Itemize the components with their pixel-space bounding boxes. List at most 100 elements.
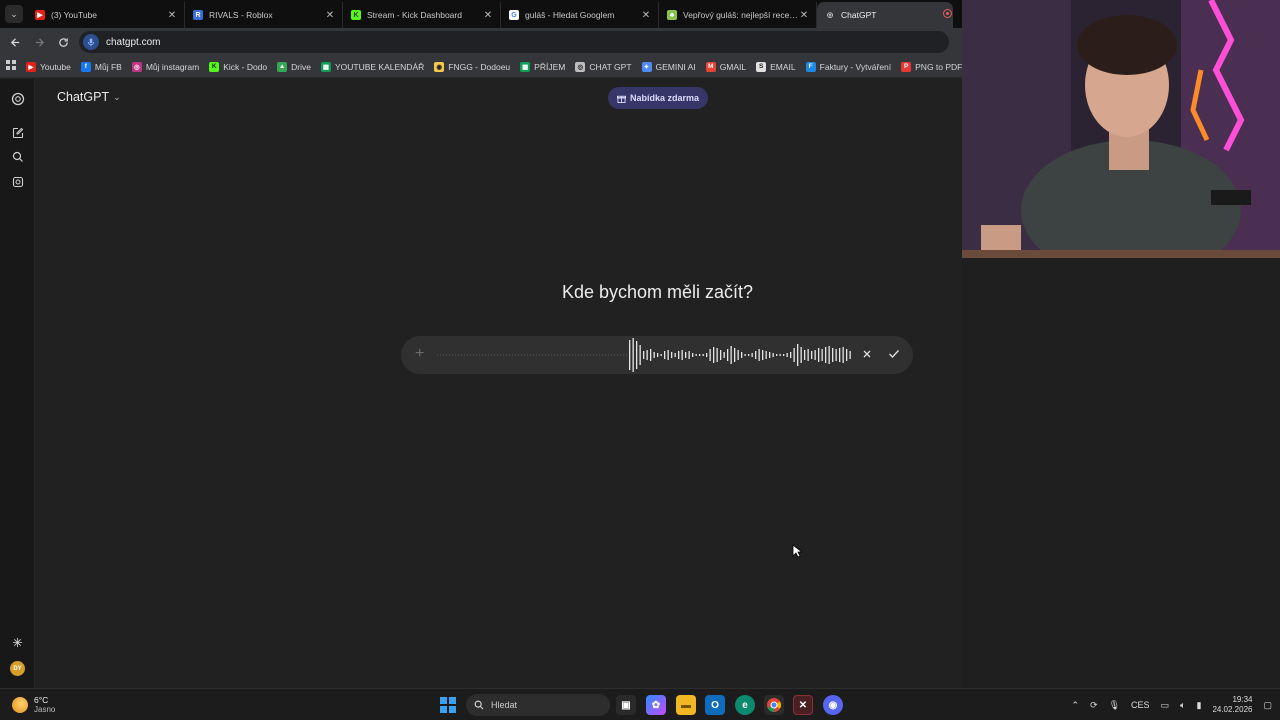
chevron-down-icon: ⌄ bbox=[113, 91, 121, 102]
browser-tab[interactable]: ▶ (3) YouTube ✕ bbox=[27, 2, 185, 28]
confirm-dictation-button[interactable] bbox=[885, 345, 903, 363]
apps-grid-icon[interactable] bbox=[6, 60, 16, 73]
copilot-icon[interactable]: ✿ bbox=[646, 695, 666, 715]
waveform-bar bbox=[849, 351, 851, 359]
waveform-bar bbox=[825, 347, 827, 363]
tab-close-icon[interactable]: ✕ bbox=[166, 10, 178, 21]
back-button[interactable] bbox=[3, 30, 27, 54]
bookmark-icon: ▶ bbox=[26, 61, 36, 72]
openai-logo-icon[interactable] bbox=[10, 91, 25, 106]
tab-favicon-icon: ◎ bbox=[826, 12, 834, 19]
bookmark-item[interactable]: ◎ Můj instagram bbox=[131, 61, 199, 72]
browser-tab[interactable]: Gguláš - Hledat Googlem ✕ bbox=[501, 2, 659, 28]
waveform-bar bbox=[769, 352, 771, 358]
start-button[interactable] bbox=[440, 697, 456, 713]
bookmark-item[interactable]: ▦ PŘÍJEM bbox=[520, 61, 565, 72]
sparkle-icon[interactable] bbox=[10, 635, 25, 650]
battery-icon[interactable]: ▮ bbox=[1196, 700, 1201, 711]
tab-search-button[interactable]: ⌄ bbox=[5, 5, 23, 23]
capcut-icon[interactable]: ✕ bbox=[793, 695, 813, 715]
waveform-bar bbox=[744, 354, 746, 356]
language-indicator[interactable]: CES bbox=[1131, 700, 1150, 710]
tab-close-icon[interactable]: ✕ bbox=[324, 10, 336, 21]
bookmark-item[interactable]: f Můj FB bbox=[80, 61, 122, 72]
free-offer-button[interactable]: Nabídka zdarma bbox=[608, 87, 709, 109]
browser-tab[interactable]: K Stream - Kick Dashboard ✕ bbox=[343, 2, 501, 28]
bookmark-item[interactable]: ▲ Drive bbox=[277, 61, 311, 72]
tab-favicon-icon: ▶ bbox=[35, 10, 45, 20]
waveform-bar bbox=[657, 353, 659, 357]
bookmark-icon: S bbox=[756, 61, 767, 72]
microphone-tray-icon[interactable]: 🎙︎ bbox=[1109, 700, 1120, 711]
bookmark-label: EMAIL bbox=[770, 61, 796, 72]
bookmark-item[interactable]: ▦ YOUTUBE KALENDÁŘ bbox=[320, 61, 424, 72]
waveform-bar bbox=[643, 351, 645, 359]
tab-close-icon[interactable]: ✕ bbox=[482, 10, 494, 21]
bookmark-item[interactable]: ◉ FNGG - Dodoeu bbox=[434, 61, 511, 72]
outlook-icon[interactable]: O bbox=[705, 695, 725, 715]
address-bar[interactable]: chatgpt.com bbox=[79, 31, 949, 53]
bookmark-item[interactable]: K Kick - Dodo bbox=[209, 61, 267, 72]
webcam-overlay bbox=[961, 0, 1280, 258]
waveform-bar bbox=[639, 345, 641, 365]
task-view-icon[interactable]: ▣ bbox=[616, 695, 636, 715]
bookmark-item[interactable]: ✦ GEMINI AI bbox=[641, 61, 696, 72]
bookmark-label: FNGG - Dodoeu bbox=[448, 61, 511, 72]
library-icon[interactable] bbox=[10, 174, 25, 189]
search-icon bbox=[474, 700, 484, 710]
waveform-bar bbox=[807, 349, 809, 361]
waveform-bar bbox=[842, 347, 844, 363]
reload-button[interactable] bbox=[51, 30, 75, 54]
waveform-bar bbox=[776, 354, 778, 356]
search-chats-icon[interactable] bbox=[10, 149, 25, 164]
plus-icon[interactable]: + bbox=[415, 345, 424, 363]
chrome-icon[interactable] bbox=[764, 695, 784, 715]
cancel-dictation-button[interactable] bbox=[858, 345, 876, 363]
notifications-icon[interactable]: ▢ bbox=[1263, 700, 1272, 711]
bookmark-item[interactable]: S EMAIL bbox=[756, 61, 796, 72]
reload-icon bbox=[58, 37, 68, 47]
bookmark-label: GMAIL bbox=[719, 61, 747, 72]
bookmark-label: Drive bbox=[291, 61, 311, 72]
tab-favicon-icon: ♣ bbox=[667, 10, 677, 20]
bookmark-icon: ▲ bbox=[277, 61, 288, 72]
bookmark-item[interactable]: ▶ Youtube bbox=[26, 61, 71, 72]
waveform-bar bbox=[741, 352, 743, 358]
waveform-bar bbox=[723, 352, 725, 358]
screen: ⌄ ▶ (3) YouTube ✕ R RIVALS - Roblox ✕ K Stream … bbox=[0, 0, 1280, 720]
waveform-bar bbox=[811, 351, 813, 359]
taskbar-search[interactable]: Hledat bbox=[466, 694, 610, 716]
browser-tab[interactable]: R RIVALS - Roblox ✕ bbox=[185, 2, 343, 28]
forward-button[interactable] bbox=[27, 30, 51, 54]
tab-close-icon[interactable]: ✕ bbox=[798, 10, 810, 21]
new-chat-icon[interactable] bbox=[10, 125, 25, 140]
bookmark-item[interactable]: P PNG to PDF bbox=[901, 61, 962, 72]
tab-close-icon[interactable]: ✕ bbox=[640, 10, 652, 21]
clock[interactable]: 19:34 24.02.2026 bbox=[1212, 695, 1252, 715]
user-avatar[interactable]: DY bbox=[10, 661, 25, 676]
discord-icon[interactable]: ◉ bbox=[823, 695, 843, 715]
tab-title: guláš - Hledat Googlem bbox=[525, 10, 615, 20]
waveform-bar bbox=[755, 351, 757, 359]
sync-icon[interactable]: ⟳ bbox=[1090, 700, 1098, 711]
recording-indicator-icon bbox=[943, 9, 952, 18]
waveform-bar bbox=[727, 349, 729, 361]
bookmark-item[interactable]: ◎ CHAT GPT bbox=[575, 61, 632, 72]
weather-widget[interactable]: 6°C Jasno bbox=[12, 695, 55, 715]
browser-tab[interactable]: ◎ ChatGPT bbox=[817, 2, 953, 28]
waveform-bar bbox=[818, 348, 820, 362]
bookmark-item[interactable]: M GMAIL bbox=[705, 61, 747, 72]
file-explorer-icon[interactable]: ▬ bbox=[676, 695, 696, 715]
tab-favicon-icon: G bbox=[509, 10, 519, 20]
bookmark-icon: M bbox=[705, 61, 716, 72]
model-selector[interactable]: ChatGPT ⌄ bbox=[57, 90, 121, 104]
chevron-up-icon[interactable]: ⌃ bbox=[1072, 700, 1080, 711]
bookmark-item[interactable]: F Faktury - Vytváření bbox=[805, 61, 891, 72]
volume-icon[interactable]: 🔈︎ bbox=[1180, 700, 1185, 711]
browser-tab[interactable]: ♣ Vepřový guláš: nejlepší recept na ✕ bbox=[659, 2, 817, 28]
edge-icon[interactable]: e bbox=[735, 695, 755, 715]
waveform-bar bbox=[671, 352, 673, 358]
bookmark-label: PNG to PDF bbox=[915, 61, 962, 72]
network-icon[interactable]: ▭ bbox=[1161, 700, 1170, 711]
bookmark-label: Youtube bbox=[40, 61, 71, 72]
